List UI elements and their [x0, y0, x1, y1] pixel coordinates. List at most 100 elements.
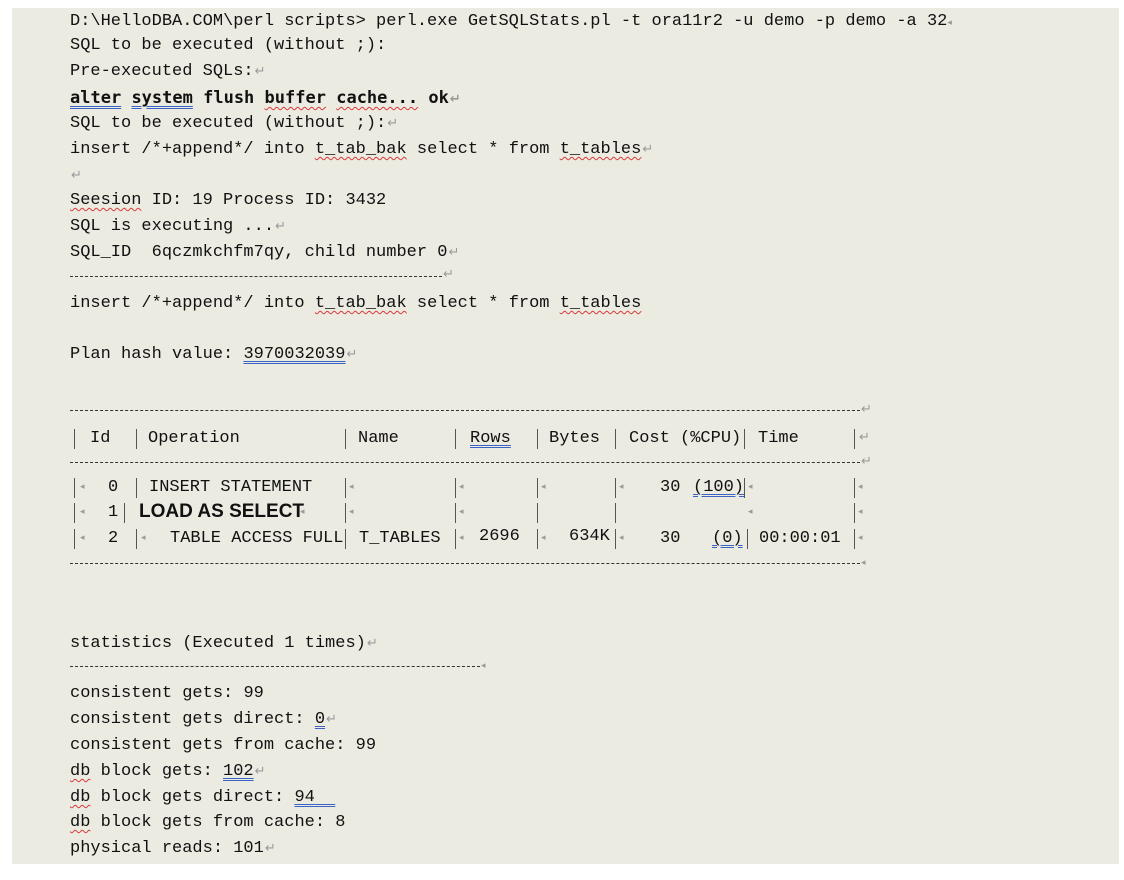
sql-word: alter	[70, 88, 122, 108]
cell-end-mark: ◂	[748, 482, 753, 492]
paragraph-mark: ↵	[861, 402, 872, 417]
sql-word: flush	[203, 88, 255, 108]
sql-word: buffer	[264, 88, 326, 108]
header-cost: Cost (%CPU)	[629, 429, 742, 448]
cell-end-mark: ◂	[748, 507, 753, 517]
cell-end-mark: ◂	[80, 533, 85, 543]
pre-executed-sql-line: alter system flush buffer cache... ok↵	[70, 88, 461, 110]
cell-id: 1	[108, 503, 119, 522]
sql-id-text: SQL_ID 6qczmkchfm7qy, child number 0	[70, 243, 448, 262]
stat-value: 8	[335, 813, 346, 832]
paragraph-mark: ↵	[861, 454, 872, 469]
paragraph-mark: ↵	[859, 430, 870, 445]
cell-end-mark: ◂	[858, 533, 863, 543]
session-line: Seesion ID: 19 Process ID: 3432	[70, 191, 386, 213]
column-divider	[537, 478, 538, 498]
paragraph-mark: ↵	[366, 636, 378, 651]
session-word: Seesion	[70, 191, 142, 210]
cell-end-mark: ◂	[541, 482, 546, 492]
column-divider	[615, 503, 616, 523]
column-divider	[74, 478, 75, 498]
prompt-line-2: SQL to be executed (without ;):↵	[70, 114, 398, 136]
column-divider	[744, 429, 745, 449]
cell-time: 00:00:01	[759, 529, 841, 548]
header-operation: Operation	[148, 429, 240, 448]
paragraph-mark: ↵	[254, 64, 266, 79]
column-divider	[854, 429, 855, 449]
stat-item: consistent gets: 99	[70, 684, 264, 706]
cell-operation: LOAD AS SELECT	[139, 501, 305, 522]
sql-fragment: select * from	[406, 294, 560, 313]
cell-end-mark: ◂	[619, 482, 624, 492]
table-border-mid	[70, 462, 860, 463]
column-divider	[124, 503, 125, 523]
stat-label-prefix: db	[70, 762, 91, 781]
column-divider	[744, 478, 745, 498]
underline-space	[315, 788, 335, 807]
header-name: Name	[358, 429, 399, 448]
cell-end-mark: ◂	[349, 507, 354, 517]
plan-hash-line: Plan hash value: 3970032039↵	[70, 345, 357, 367]
column-divider	[537, 429, 538, 449]
empty-line: ↵	[70, 166, 82, 188]
cell-end-mark: ◂	[459, 533, 464, 543]
stat-label: consistent gets direct:	[70, 710, 315, 729]
column-divider	[615, 529, 616, 549]
stat-item: db block gets direct: 94	[70, 788, 335, 810]
table-name: t_tab_bak	[314, 294, 407, 313]
table-border-top	[70, 410, 860, 411]
sql-fragment: insert /*+append*/ into	[70, 140, 315, 159]
command-text: D:\HelloDBA.COM\perl scripts> perl.exe G…	[70, 12, 948, 31]
paragraph-mark: ↵	[326, 712, 337, 727]
session-ids: ID: 19 Process ID: 3432	[141, 191, 387, 210]
stat-value: 94	[294, 788, 315, 807]
stat-value: 0	[314, 710, 326, 729]
prompt-line-1: SQL to be executed (without ;):	[70, 36, 386, 58]
paragraph-mark: ↵	[448, 245, 460, 260]
column-divider	[747, 529, 748, 549]
cell-end-mark: ◂	[459, 507, 464, 517]
cell-end-mark: ◂	[858, 482, 863, 492]
statistics-separator	[70, 666, 480, 667]
cell-cpu: (0)	[712, 529, 743, 548]
pre-executed-label-line: Pre-executed SQLs:↵	[70, 62, 266, 84]
stat-label-prefix: db	[70, 813, 91, 832]
cell-cost: 30	[660, 478, 681, 497]
pre-executed-label: Pre-executed SQLs:	[70, 62, 254, 81]
paragraph-mark: ↵	[449, 92, 461, 107]
cell-end-mark: ◂	[541, 533, 546, 543]
column-divider	[345, 478, 346, 498]
cell-rows: 2696	[479, 527, 520, 546]
header-time: Time	[758, 429, 799, 448]
cell-operation: INSERT STATEMENT	[149, 478, 313, 497]
column-divider	[455, 503, 456, 523]
plan-hash-value: 3970032039	[243, 345, 346, 364]
cell-id: 2	[108, 529, 119, 548]
column-divider	[455, 478, 456, 498]
cell-operation: TABLE ACCESS FULL	[170, 529, 344, 548]
cell-end-mark: ◂	[858, 507, 863, 517]
sql-text-line-2: insert /*+append*/ into t_tab_bak select…	[70, 294, 641, 316]
stat-item: db block gets from cache: 8	[70, 813, 345, 835]
column-divider	[854, 529, 855, 549]
sql-fragment: insert /*+append*/ into	[70, 294, 315, 313]
cell-end-mark: ◂	[80, 482, 85, 492]
stat-item: consistent gets direct: 0↵	[70, 710, 337, 732]
prompt-text: SQL to be executed (without ;):	[70, 36, 387, 55]
statistics-title-line: statistics (Executed 1 times)↵	[70, 634, 378, 656]
paragraph-mark: ↵	[387, 116, 399, 131]
command-line: D:\HelloDBA.COM\perl scripts> perl.exe G…	[70, 12, 952, 34]
cell-end-mark: ◂	[80, 507, 85, 517]
cell-end-mark: ◂	[141, 533, 146, 543]
stat-label: block gets from cache:	[90, 813, 336, 832]
column-divider	[136, 478, 137, 498]
cell-end-mark: ◂	[947, 18, 952, 28]
stat-value: 101	[233, 839, 264, 858]
executing-line: SQL is executing ...↵	[70, 217, 286, 239]
column-divider	[455, 429, 456, 449]
sql-word: cache...	[336, 88, 419, 108]
column-divider	[537, 529, 538, 549]
cell-end-mark: ◂	[300, 507, 305, 517]
table-name: t_tables	[559, 140, 642, 159]
column-divider	[345, 503, 346, 523]
